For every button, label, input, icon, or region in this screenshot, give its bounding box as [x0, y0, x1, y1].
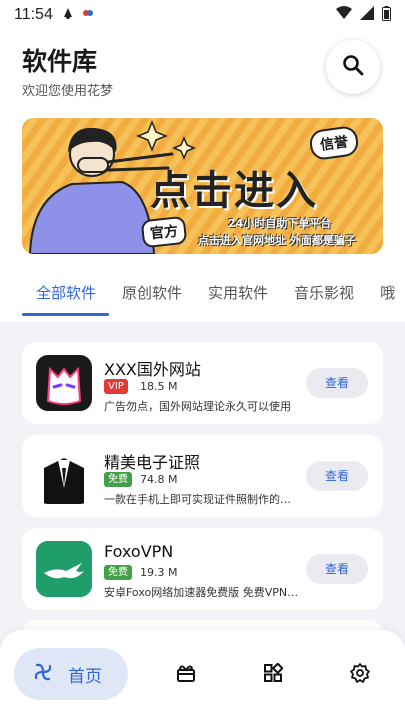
wifi-icon	[336, 6, 352, 24]
signal-icon	[360, 6, 374, 24]
page-title: 软件库	[22, 47, 98, 76]
nav-home-label: 首页	[68, 666, 102, 687]
app-notification-icon	[61, 6, 75, 24]
banner-tag-official: 官方	[140, 215, 188, 249]
nav-home[interactable]: 首页	[14, 648, 128, 700]
app-size: 74.8 M	[140, 473, 178, 486]
app-description: 安卓Foxo网络加速器免费版 免费VPN加速器	[104, 586, 300, 599]
app-name: XXX国外网站	[104, 360, 201, 379]
gift-icon	[176, 663, 196, 687]
app-name: FoxoVPN	[104, 542, 174, 561]
ghost-app-icon	[36, 355, 92, 411]
view-button[interactable]: 查看	[306, 554, 368, 584]
app-notification-icon-2	[81, 6, 95, 24]
home-icon	[32, 661, 54, 687]
tab-all[interactable]: 全部软件	[22, 270, 110, 316]
app-size: 18.5 M	[140, 380, 178, 393]
view-button[interactable]: 查看	[306, 368, 368, 398]
app-badge: VIP	[104, 379, 128, 394]
tab-more[interactable]: 哦	[367, 270, 405, 316]
app-description: 广告勿点，国外网站理论永久可以使用	[104, 400, 291, 413]
app-badge: 免费	[104, 472, 132, 487]
search-button[interactable]	[326, 40, 380, 94]
apps-icon	[263, 662, 284, 687]
banner-caption-2: 点击进入官网地址 外面都是骗子	[198, 234, 356, 247]
app-card[interactable]: 精美电子证照 免费 74.8 M 一款在手机上即可实现证件照制作的软件 查看	[22, 435, 383, 517]
app-description: 一款在手机上即可实现证件照制作的软件	[104, 493, 300, 506]
promo-banner[interactable]: 信誉 点击进入 官方 24小时自助下单平台 点击进入官网地址 外面都是骗子	[22, 118, 383, 254]
search-icon	[342, 54, 364, 80]
status-time: 11:54	[14, 6, 53, 23]
tab-music-video[interactable]: 音乐影视	[281, 270, 367, 316]
banner-caption-1: 24小时自助下单平台	[228, 217, 332, 230]
category-tabs: 全部软件 原创软件 实用软件 音乐影视 哦	[0, 270, 405, 318]
nav-settings[interactable]	[349, 663, 371, 687]
app-card[interactable]: XXX国外网站 VIP 18.5 M 广告勿点，国外网站理论永久可以使用 查看	[22, 342, 383, 424]
battery-icon	[382, 5, 391, 25]
settings-icon	[350, 663, 370, 687]
app-name: 精美电子证照	[104, 453, 201, 472]
status-bar: 11:54	[0, 0, 405, 30]
app-card[interactable]: FoxoVPN 免费 19.3 M 安卓Foxo网络加速器免费版 免费VPN加速…	[22, 528, 383, 610]
banner-headline: 点击进入	[150, 168, 318, 214]
tab-utility[interactable]: 实用软件	[195, 270, 281, 316]
bottom-navigation: 首页	[0, 630, 405, 720]
app-size: 19.3 M	[140, 566, 178, 579]
tab-original[interactable]: 原创软件	[109, 270, 195, 316]
page-subtitle: 欢迎您使用花梦	[22, 84, 114, 99]
suit-app-icon	[36, 448, 92, 504]
view-button[interactable]: 查看	[306, 461, 368, 491]
app-badge: 免费	[104, 565, 132, 580]
nav-gift[interactable]	[175, 664, 197, 686]
nav-apps[interactable]	[262, 662, 284, 687]
vpn-app-icon	[36, 541, 92, 597]
